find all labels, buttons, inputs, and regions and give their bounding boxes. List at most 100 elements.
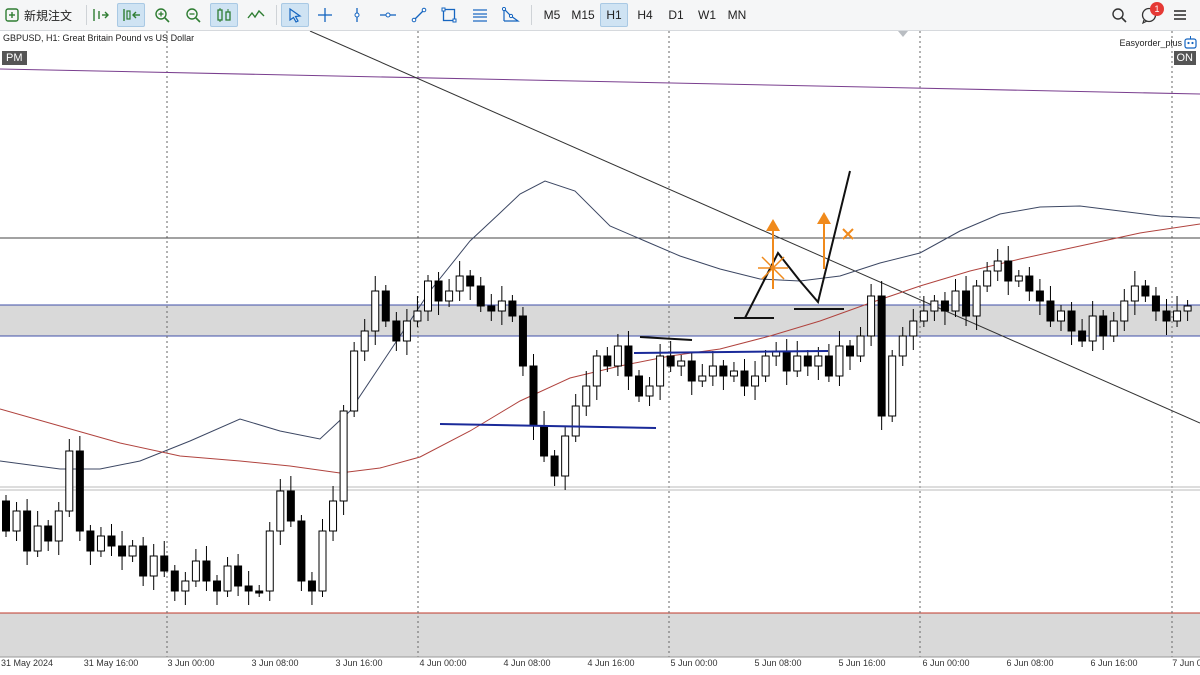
app-menu-button[interactable] — [1168, 3, 1192, 27]
zoom-out-icon — [186, 8, 201, 23]
bullish-candle — [1014, 275, 1023, 282]
timeframe-h4[interactable]: H4 — [631, 3, 659, 27]
bearish-candle — [202, 560, 211, 582]
trendline-tool-button[interactable] — [408, 3, 430, 27]
chart-symbol-label: GBPUSD, H1: Great Britain Pound vs US Do… — [3, 33, 195, 43]
timeframe-mn[interactable]: MN — [723, 3, 751, 27]
new-order-button[interactable]: 新規注文 — [4, 3, 84, 27]
shapes-tool-button[interactable] — [438, 3, 460, 27]
bearish-candle — [940, 300, 949, 312]
bullish-candle — [455, 275, 464, 292]
bearish-candle — [1141, 285, 1150, 297]
bullish-candle — [413, 310, 422, 322]
bearish-candle — [603, 355, 612, 367]
expert-advisor-label: Easyorder_plus — [1119, 38, 1182, 48]
bearish-candle — [635, 375, 643, 397]
time-axis-tick-label: 4 Jun 16:00 — [587, 658, 635, 668]
bullish-candle — [677, 360, 686, 367]
fibonacci-tool-button[interactable] — [469, 3, 491, 27]
bullish-candle — [656, 355, 665, 387]
search-button[interactable] — [1108, 3, 1130, 27]
bearish-candle — [719, 365, 728, 377]
cursor-tool-button[interactable] — [281, 3, 309, 27]
vertical-line-tool-button[interactable] — [346, 3, 368, 27]
timeframe-m15[interactable]: M15 — [568, 3, 598, 27]
timeframe-w1[interactable]: W1 — [693, 3, 721, 27]
bullish-candle — [65, 450, 74, 512]
timeframe-h1[interactable]: H1 — [600, 3, 628, 27]
time-axis-tick-label: 3 Jun 08:00 — [251, 658, 299, 668]
toolbar-divider — [86, 5, 87, 25]
new-order-label: 新規注文 — [24, 8, 73, 23]
bearish-candle — [962, 290, 971, 317]
bearish-candle — [476, 285, 485, 307]
chart-shift-marker[interactable] — [898, 31, 908, 37]
bullish-candle — [993, 260, 1002, 272]
crosshair-tool-button[interactable] — [314, 3, 336, 27]
bearish-candle — [44, 525, 53, 542]
bearish-candle — [170, 570, 179, 592]
bearish-candle — [1162, 310, 1171, 322]
bearish-candle — [877, 295, 886, 417]
bullish-candle — [708, 365, 717, 377]
bullish-candle — [898, 335, 907, 357]
elliott-wave-tool-button[interactable] — [499, 3, 523, 27]
bearish-candle — [1078, 330, 1087, 342]
time-axis-tick-label: 4 Jun 00:00 — [419, 658, 467, 668]
zoom-out-button[interactable] — [182, 3, 204, 27]
new-order-icon — [5, 8, 19, 22]
bearish-candle — [255, 590, 264, 594]
bullish-candle — [181, 580, 190, 592]
cursor-arrow-icon — [289, 7, 302, 23]
time-axis-tick-label: 4 Jun 08:00 — [503, 658, 551, 668]
bearish-candle — [1046, 300, 1055, 322]
bullish-candle — [223, 565, 232, 592]
bullish-candle — [571, 405, 580, 437]
bullish-candle — [867, 295, 876, 337]
bullish-candle — [729, 370, 738, 377]
bullish-candle — [350, 350, 359, 412]
bullish-candle — [128, 545, 137, 557]
time-axis-tick-label: 5 Jun 16:00 — [838, 658, 886, 668]
zoom-in-icon — [155, 8, 170, 23]
bullish-candle — [149, 555, 158, 577]
pm-badge: PM — [2, 51, 27, 65]
timeframe-d1[interactable]: D1 — [662, 3, 690, 27]
line-chart-button[interactable] — [244, 3, 268, 27]
bullish-candle — [402, 320, 411, 342]
bearish-candle — [118, 545, 127, 557]
horizontal-line-tool-button[interactable] — [377, 3, 399, 27]
timeframe-m5[interactable]: M5 — [537, 3, 567, 27]
price-chart[interactable]: GBPUSD, H1: Great Britain Pound vs US Do… — [0, 31, 1200, 675]
depth-of-market-button[interactable] — [88, 3, 112, 27]
bullish-candle — [1120, 300, 1129, 322]
bearish-candle — [234, 565, 243, 587]
bearish-candle — [508, 300, 517, 317]
bearish-candle — [624, 345, 633, 377]
bearish-candle — [1025, 275, 1034, 292]
notification-count-badge: 1 — [1150, 2, 1164, 16]
bearish-candle — [782, 350, 791, 372]
candlestick-chart-button[interactable] — [210, 3, 238, 27]
bullish-candle — [445, 290, 454, 302]
bearish-candle — [139, 545, 148, 577]
market-depth-icon — [93, 9, 109, 21]
zoom-in-button[interactable] — [151, 3, 173, 27]
bullish-candle — [33, 525, 42, 552]
bullish-candle — [814, 355, 823, 367]
time-axis-tick-label: 5 Jun 00:00 — [670, 658, 718, 668]
time-axis-tick-label: 31 May 16:00 — [83, 658, 139, 668]
candlestick-icon — [217, 8, 231, 22]
toolbar: 新規注文 M5 M15 H1 H4 D1 W1 MN 1 — [0, 0, 1200, 31]
bearish-candle — [434, 280, 443, 302]
time-axis-tick-label: 7 Jun 0 — [1172, 658, 1200, 668]
bullish-candle — [919, 310, 928, 322]
bullish-candle — [793, 355, 802, 372]
bearish-candle — [529, 365, 538, 427]
expert-advisor-icon — [1184, 36, 1197, 49]
chart-canvas[interactable] — [0, 31, 1200, 675]
time-axis-tick-label: 3 Jun 16:00 — [335, 658, 383, 668]
line-chart-icon — [247, 9, 265, 19]
fibonacci-icon — [473, 9, 487, 22]
autoscroll-button[interactable] — [117, 3, 145, 27]
